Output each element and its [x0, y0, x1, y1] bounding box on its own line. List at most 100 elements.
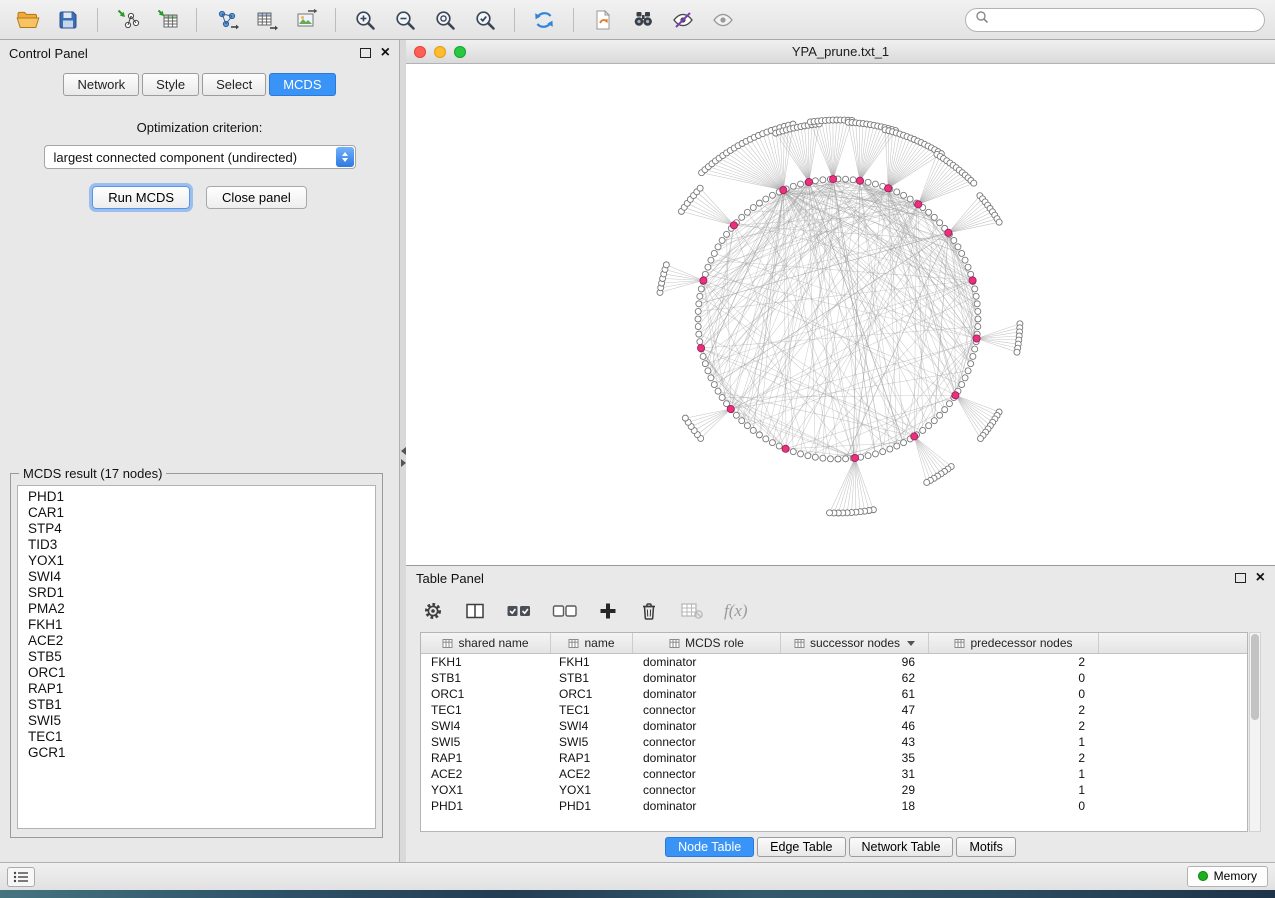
minimize-window-icon[interactable] — [434, 46, 446, 58]
column-header-shared-name[interactable]: shared name — [421, 633, 551, 653]
table-row[interactable]: RAP1 RAP1 dominator 35 2 — [421, 750, 1247, 766]
open-icon[interactable] — [10, 4, 46, 36]
tab[interactable]: Network — [63, 73, 139, 96]
cell-shared-name: TEC1 — [421, 703, 551, 717]
table-scrollbar[interactable] — [1249, 632, 1261, 832]
show-all-icon[interactable] — [705, 4, 741, 36]
list-item[interactable]: ACE2 — [28, 633, 365, 649]
close-panel-icon[interactable] — [381, 47, 390, 59]
search-input[interactable] — [995, 13, 1255, 27]
gear-icon[interactable] — [422, 600, 444, 622]
refresh-icon[interactable] — [526, 4, 562, 36]
mcds-result-list: PHD1 CAR1 STP4 TID3 YOX1 SWI4 SRD1 PMA2 — [17, 485, 376, 829]
tab[interactable]: Motifs — [956, 837, 1015, 857]
table-row[interactable]: SWI5 SWI5 connector 43 1 — [421, 734, 1247, 750]
list-item[interactable]: FKH1 — [28, 617, 365, 633]
list-item[interactable]: SRD1 — [28, 585, 365, 601]
cell-successor-nodes: 62 — [781, 671, 929, 685]
zoom-selected-icon[interactable] — [467, 4, 503, 36]
tab[interactable]: Select — [202, 73, 266, 96]
tab[interactable]: Style — [142, 73, 199, 96]
table-row[interactable]: ORC1 ORC1 dominator 61 0 — [421, 686, 1247, 702]
select-all-icon[interactable] — [506, 602, 532, 620]
memory-button[interactable]: Memory — [1187, 866, 1268, 887]
network-area: YPA_prune.txt_1 Table Panel — [406, 40, 1275, 862]
network-graph — [406, 64, 1275, 565]
list-item[interactable]: SWI4 — [28, 569, 365, 585]
cell-successor-nodes: 31 — [781, 767, 929, 781]
cell-successor-nodes: 47 — [781, 703, 929, 717]
tab[interactable]: MCDS — [269, 73, 335, 96]
list-item[interactable]: TID3 — [28, 537, 365, 553]
close-window-icon[interactable] — [414, 46, 426, 58]
close-table-panel-icon[interactable] — [1256, 572, 1265, 584]
cell-name: FKH1 — [551, 655, 633, 669]
list-item[interactable]: STB1 — [28, 697, 365, 713]
column-header-predecessor-nodes[interactable]: predecessor nodes — [929, 633, 1099, 653]
list-item[interactable]: RAP1 — [28, 681, 365, 697]
list-item[interactable]: STB5 — [28, 649, 365, 665]
control-panel-title: Control Panel — [9, 46, 88, 61]
unselect-all-icon[interactable] — [552, 602, 578, 620]
export-network-icon[interactable] — [208, 4, 244, 36]
run-mcds-button[interactable]: Run MCDS — [92, 186, 190, 209]
float-panel-icon[interactable] — [360, 48, 371, 58]
cell-predecessor-nodes: 1 — [929, 767, 1099, 781]
search-network-icon[interactable] — [625, 4, 661, 36]
toolbar-separator — [97, 8, 98, 32]
list-item[interactable]: TEC1 — [28, 729, 365, 745]
table-panel-header: Table Panel — [406, 566, 1275, 590]
hide-selected-icon[interactable] — [665, 4, 701, 36]
network-canvas[interactable] — [406, 64, 1275, 565]
export-table-icon[interactable] — [248, 4, 284, 36]
column-header-mcds-role[interactable]: MCDS role — [633, 633, 781, 653]
column-header-successor-nodes[interactable]: successor nodes — [781, 633, 929, 653]
close-panel-button[interactable]: Close panel — [206, 186, 307, 209]
float-table-panel-icon[interactable] — [1235, 573, 1246, 583]
list-item[interactable]: YOX1 — [28, 553, 365, 569]
tab[interactable]: Node Table — [665, 837, 754, 857]
list-item[interactable]: CAR1 — [28, 505, 365, 521]
list-item[interactable]: STP4 — [28, 521, 365, 537]
search-icon — [975, 10, 989, 29]
export-document-icon[interactable] — [585, 4, 621, 36]
list-item[interactable]: PMA2 — [28, 601, 365, 617]
zoom-in-icon[interactable] — [347, 4, 383, 36]
import-table-icon[interactable] — [149, 4, 185, 36]
cell-successor-nodes: 61 — [781, 687, 929, 701]
list-item[interactable]: SWI5 — [28, 713, 365, 729]
delete-column-icon[interactable] — [638, 600, 660, 622]
cell-predecessor-nodes: 0 — [929, 687, 1099, 701]
column-header-name[interactable]: name — [551, 633, 633, 653]
import-network-icon[interactable] — [109, 4, 145, 36]
column-icon — [568, 638, 579, 649]
search-field[interactable] — [965, 8, 1265, 32]
show-columns-icon[interactable] — [464, 600, 486, 622]
cell-name: PHD1 — [551, 799, 633, 813]
column-icon — [794, 638, 805, 649]
status-menu-icon[interactable] — [7, 867, 35, 887]
zoom-fit-icon[interactable] — [427, 4, 463, 36]
list-item[interactable]: GCR1 — [28, 745, 365, 761]
save-icon[interactable] — [50, 4, 86, 36]
scrollbar-thumb[interactable] — [1251, 634, 1259, 720]
maximize-window-icon[interactable] — [454, 46, 466, 58]
table-row[interactable]: YOX1 YOX1 connector 29 1 — [421, 782, 1247, 798]
export-image-icon[interactable] — [288, 4, 324, 36]
add-column-icon[interactable] — [598, 601, 618, 621]
list-item[interactable]: ORC1 — [28, 665, 365, 681]
tab[interactable]: Edge Table — [757, 837, 845, 857]
table-panel: Table Panel — [406, 566, 1275, 862]
table-row[interactable]: TEC1 TEC1 connector 47 2 — [421, 702, 1247, 718]
toolbar-separator — [335, 8, 336, 32]
optimization-criterion-label: Optimization criterion: — [0, 120, 399, 135]
table-row[interactable]: ACE2 ACE2 connector 31 1 — [421, 766, 1247, 782]
list-item[interactable]: PHD1 — [28, 489, 365, 505]
table-row[interactable]: SWI4 SWI4 dominator 46 2 — [421, 718, 1247, 734]
table-row[interactable]: STB1 STB1 dominator 62 0 — [421, 670, 1247, 686]
table-row[interactable]: FKH1 FKH1 dominator 96 2 — [421, 654, 1247, 670]
criterion-select[interactable]: largest connected component (undirected) — [44, 145, 356, 169]
zoom-out-icon[interactable] — [387, 4, 423, 36]
tab[interactable]: Network Table — [849, 837, 954, 857]
table-row[interactable]: PHD1 PHD1 dominator 18 0 — [421, 798, 1247, 814]
